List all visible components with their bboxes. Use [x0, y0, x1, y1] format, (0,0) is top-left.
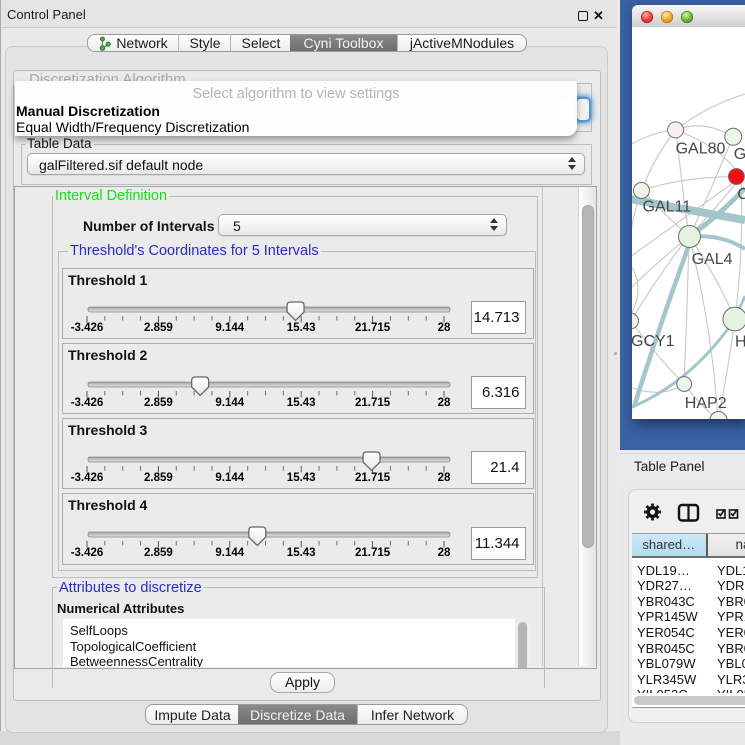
- svg-text:2.859: 2.859: [144, 472, 173, 484]
- svg-text:-3.426: -3.426: [71, 397, 104, 409]
- svg-text:9.144: 9.144: [215, 322, 244, 334]
- svg-text:-3.426: -3.426: [71, 547, 104, 559]
- svg-text:28: 28: [438, 472, 451, 484]
- svg-text:15.43: 15.43: [287, 472, 316, 484]
- svg-text:9.144: 9.144: [215, 547, 244, 559]
- svg-text:15.43: 15.43: [287, 322, 316, 334]
- svg-text:C: C: [737, 186, 745, 203]
- svg-text:2.859: 2.859: [144, 397, 173, 409]
- svg-text:21.715: 21.715: [355, 472, 391, 484]
- svg-text:H: H: [735, 334, 745, 351]
- svg-text:GCY1: GCY1: [632, 333, 675, 350]
- svg-text:9.144: 9.144: [215, 472, 244, 484]
- svg-text:15.43: 15.43: [287, 397, 316, 409]
- svg-text:HAP2: HAP2: [685, 395, 727, 412]
- svg-text:21.715: 21.715: [355, 322, 391, 334]
- svg-text:2.859: 2.859: [144, 547, 173, 559]
- svg-text:21.715: 21.715: [355, 547, 391, 559]
- svg-text:15.43: 15.43: [287, 547, 316, 559]
- svg-text:-3.426: -3.426: [71, 472, 104, 484]
- svg-text:-3.426: -3.426: [71, 322, 104, 334]
- svg-text:9.144: 9.144: [215, 397, 244, 409]
- svg-text:GA: GA: [734, 146, 745, 163]
- svg-text:GAL11: GAL11: [643, 199, 692, 216]
- svg-text:2.859: 2.859: [144, 322, 173, 334]
- svg-text:21.715: 21.715: [355, 397, 391, 409]
- svg-text:28: 28: [438, 547, 451, 559]
- svg-text:28: 28: [438, 322, 451, 334]
- svg-text:GAL80: GAL80: [676, 141, 726, 158]
- svg-text:GAL4: GAL4: [692, 251, 733, 268]
- svg-text:28: 28: [438, 397, 451, 409]
